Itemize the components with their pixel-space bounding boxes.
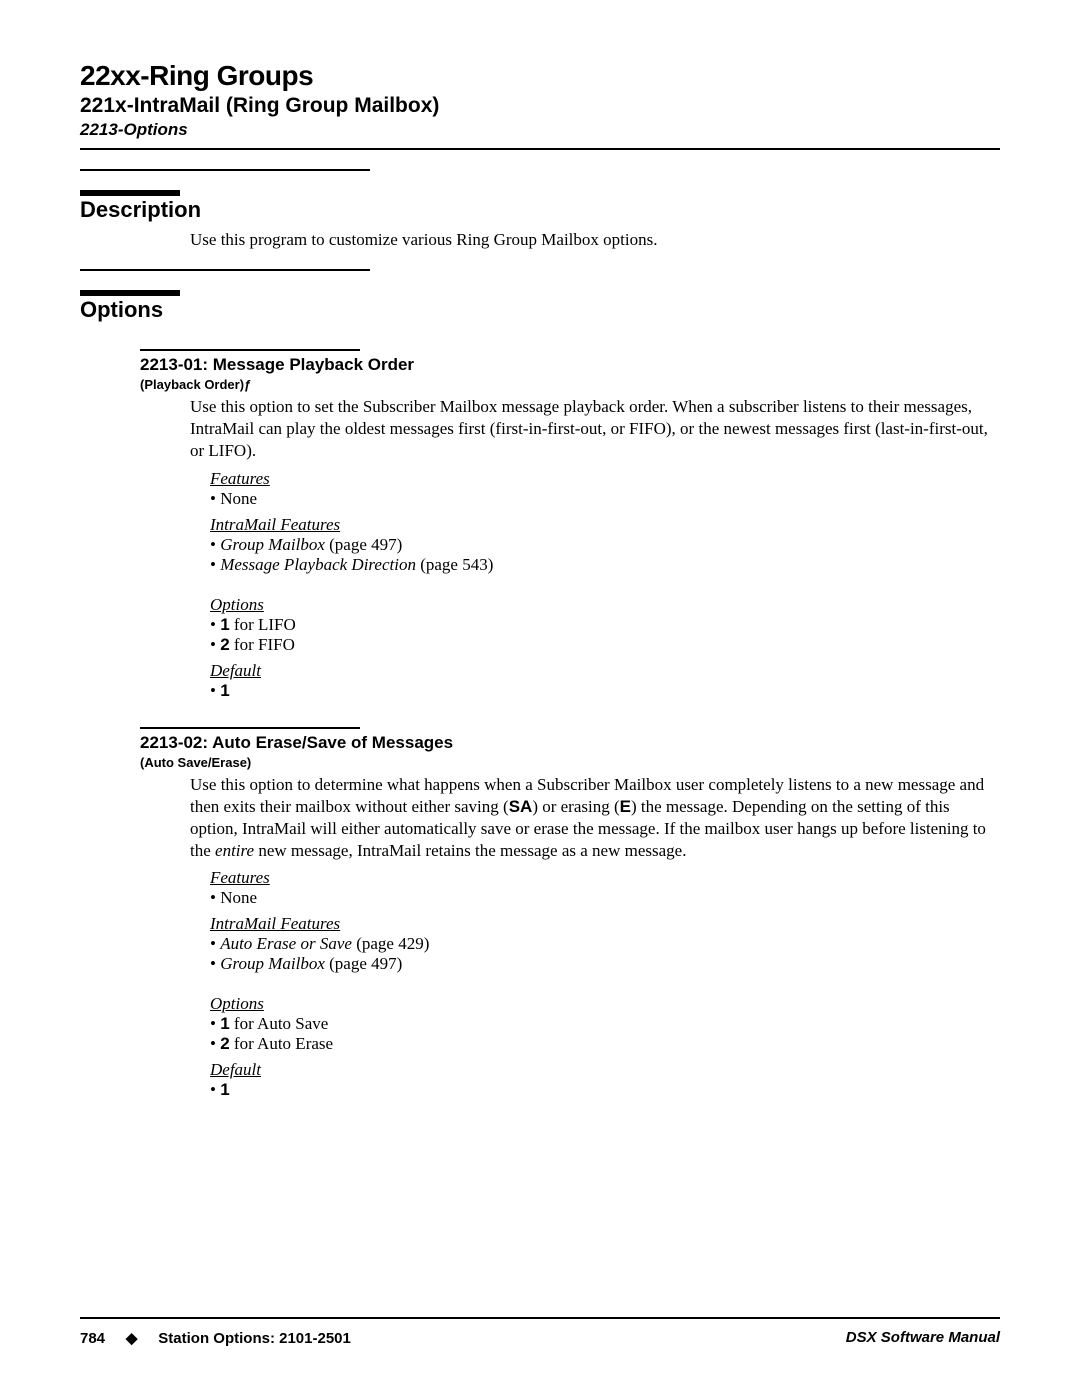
option-value-rest: for Auto Erase (230, 1034, 333, 1053)
section-rule (80, 169, 370, 171)
footer-row: 784 ◆ Station Options: 2101-2501 DSX Sof… (80, 1329, 1000, 1347)
intramail-feature-page: (page 429) (352, 934, 429, 953)
intramail-feature-item: Auto Erase or Save (page 429) (210, 934, 1000, 954)
footer-rule (80, 1317, 1000, 1319)
intramail-feature-item: Message Playback Direction (page 543) (210, 555, 1000, 575)
features-label: Features (210, 469, 1000, 489)
intramail-features-label: IntraMail Features (210, 515, 1000, 535)
option-2213-01-paragraph: Use this option to set the Subscriber Ma… (190, 396, 1000, 462)
intramail-feature-page: (page 497) (325, 954, 402, 973)
page-footer: 784 ◆ Station Options: 2101-2501 DSX Sof… (80, 1317, 1000, 1347)
intramail-feature-name: Auto Erase or Save (220, 934, 352, 953)
option-value-item: 1 for Auto Save (210, 1014, 1000, 1034)
default-label: Default (210, 661, 1000, 681)
para-entire: entire (215, 841, 254, 860)
para-sa: SA (509, 797, 533, 816)
para-e: E (620, 797, 631, 816)
section-heading-options: Options (80, 297, 173, 323)
intramail-feature-name: Message Playback Direction (220, 555, 416, 574)
section-bar (80, 290, 180, 296)
intramail-features-list: Group Mailbox (page 497) Message Playbac… (210, 535, 1000, 575)
para-fragment: new message, IntraMail retains the messa… (254, 841, 686, 860)
feature-none: None (210, 888, 1000, 908)
intramail-feature-name: Group Mailbox (220, 954, 325, 973)
header-rule (80, 148, 1000, 150)
default-list: 1 (210, 1080, 1000, 1100)
option-value-bold: 1 (220, 1014, 229, 1033)
features-list: None (210, 888, 1000, 908)
default-value: 1 (210, 1080, 1000, 1100)
intramail-feature-name: Group Mailbox (220, 535, 325, 554)
option-value-rest: for Auto Save (230, 1014, 329, 1033)
option-value-item: 2 for Auto Erase (210, 1034, 1000, 1054)
option-value-rest: for LIFO (230, 615, 296, 634)
section-bar (80, 190, 180, 196)
section-heading-description: Description (80, 197, 211, 223)
para-fragment: ) or erasing ( (532, 797, 619, 816)
option-value-bold: 2 (220, 1034, 229, 1053)
default-value-bold: 1 (220, 1080, 229, 1099)
option-value-bold: 1 (220, 615, 229, 634)
description-text: Use this program to customize various Ri… (190, 229, 1000, 250)
features-list: None (210, 489, 1000, 509)
option-value-bold: 2 (220, 635, 229, 654)
options-list: 1 for Auto Save 2 for Auto Erase (210, 1014, 1000, 1054)
intramail-features-list: Auto Erase or Save (page 429) Group Mail… (210, 934, 1000, 974)
footer-section-name: Station Options: 2101-2501 (158, 1330, 351, 1347)
option-value-rest: for FIFO (230, 635, 295, 654)
intramail-feature-item: Group Mailbox (page 497) (210, 535, 1000, 555)
option-value-item: 2 for FIFO (210, 635, 1000, 655)
options-list: 1 for LIFO 2 for FIFO (210, 615, 1000, 655)
options-label: Options (210, 994, 1000, 1014)
section-rule (80, 269, 370, 271)
default-label: Default (210, 1060, 1000, 1080)
option-2213-02-title: 2213-02: Auto Erase/Save of Messages (140, 733, 1000, 753)
options-label: Options (210, 595, 1000, 615)
intramail-feature-item: Group Mailbox (page 497) (210, 954, 1000, 974)
footer-left: 784 ◆ Station Options: 2101-2501 (80, 1329, 351, 1347)
option-value-item: 1 for LIFO (210, 615, 1000, 635)
section-description: Description (80, 190, 1000, 223)
footer-right: DSX Software Manual (846, 1329, 1000, 1347)
page-number: 784 (80, 1330, 105, 1347)
header-subtitle: 221x-IntraMail (Ring Group Mailbox) (80, 94, 1000, 118)
intramail-features-label: IntraMail Features (210, 914, 1000, 934)
subsection-rule (140, 349, 360, 351)
intramail-feature-page: (page 543) (416, 555, 493, 574)
header-title: 22xx-Ring Groups (80, 60, 1000, 92)
section-options: Options (80, 290, 1000, 323)
default-value: 1 (210, 681, 1000, 701)
option-2213-02-subtitle: (Auto Save/Erase) (140, 755, 1000, 770)
header-option-line: 2213-Options (80, 120, 1000, 140)
features-label: Features (210, 868, 1000, 888)
option-2213-01-title: 2213-01: Message Playback Order (140, 355, 1000, 375)
diamond-icon: ◆ (126, 1330, 138, 1347)
option-2213-02-paragraph: Use this option to determine what happen… (190, 774, 1000, 862)
option-2213-01-subtitle: (Playback Order)ƒ (140, 377, 1000, 392)
page-header: 22xx-Ring Groups 221x-IntraMail (Ring Gr… (80, 60, 1000, 150)
intramail-feature-page: (page 497) (325, 535, 402, 554)
feature-none: None (210, 489, 1000, 509)
page: 22xx-Ring Groups 221x-IntraMail (Ring Gr… (0, 0, 1080, 1397)
subsection-rule (140, 727, 360, 729)
default-list: 1 (210, 681, 1000, 701)
default-value-bold: 1 (220, 681, 229, 700)
